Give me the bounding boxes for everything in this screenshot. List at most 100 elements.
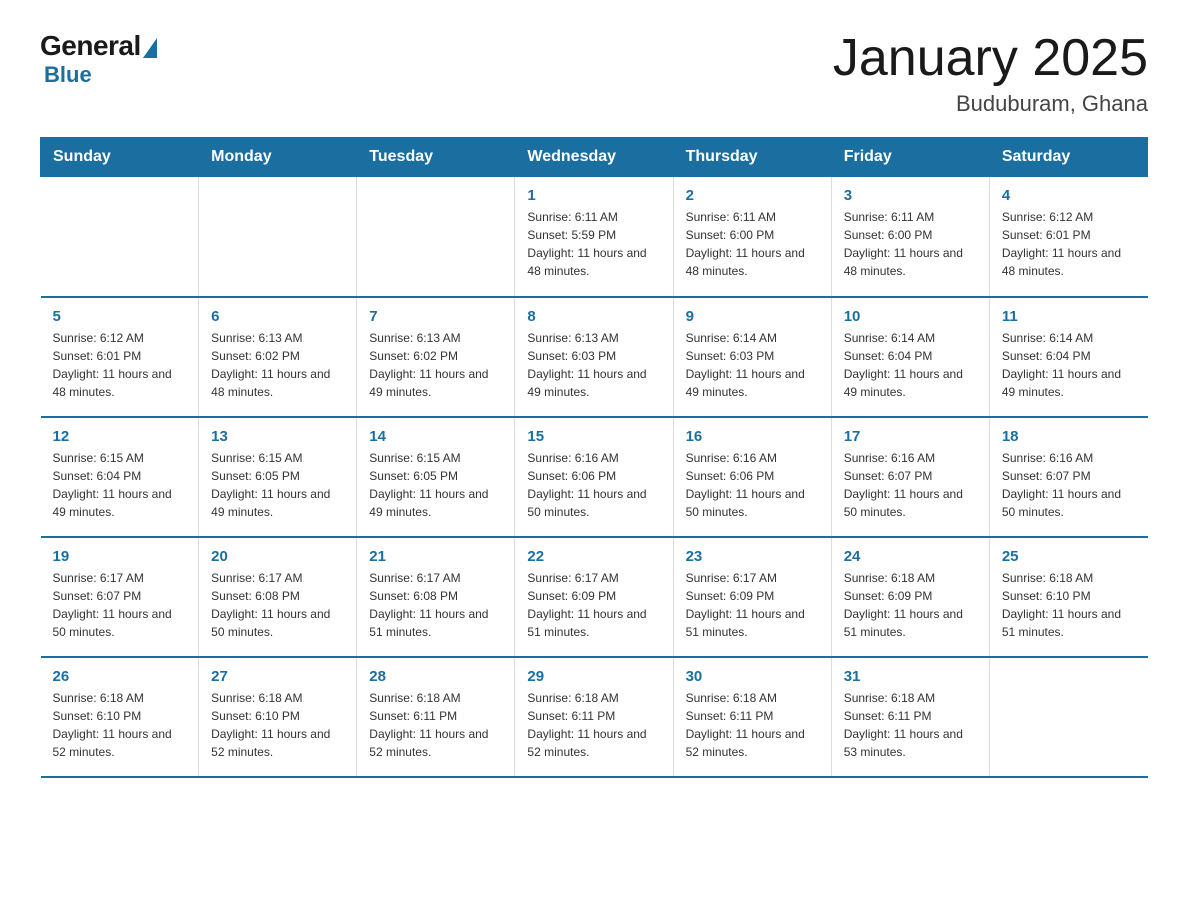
day-number: 31 [844, 668, 977, 685]
calendar-week-row: 12 Sunrise: 6:15 AM Sunset: 6:04 PM Dayli… [41, 417, 1148, 537]
day-number: 28 [369, 668, 502, 685]
day-info: Sunrise: 6:13 AM Sunset: 6:02 PM Dayligh… [211, 329, 344, 401]
calendar-cell: 17 Sunrise: 6:16 AM Sunset: 6:07 PM Dayli… [831, 417, 989, 537]
calendar-cell: 1Sunrise: 6:11 AM Sunset: 5:59 PM Daylig… [515, 177, 673, 297]
calendar-cell: 23 Sunrise: 6:17 AM Sunset: 6:09 PM Dayli… [673, 537, 831, 657]
day-info: Sunrise: 6:18 AM Sunset: 6:10 PM Dayligh… [53, 689, 187, 761]
calendar-cell: 3 Sunrise: 6:11 AM Sunset: 6:00 PM Daylig… [831, 177, 989, 297]
day-number: 9 [686, 308, 819, 325]
day-info: Sunrise: 6:17 AM Sunset: 6:08 PM Dayligh… [211, 569, 344, 641]
day-info: Sunrise: 6:13 AM Sunset: 6:03 PM Dayligh… [527, 329, 660, 401]
day-number: 30 [686, 668, 819, 685]
calendar-cell [41, 177, 199, 297]
day-number: 2 [686, 187, 819, 204]
calendar-table: Sunday Monday Tuesday Wednesday Thursday… [40, 137, 1148, 778]
col-tuesday: Tuesday [357, 138, 515, 177]
col-sunday: Sunday [41, 138, 199, 177]
calendar-cell: 6 Sunrise: 6:13 AM Sunset: 6:02 PM Daylig… [199, 297, 357, 417]
day-info: Sunrise: 6:14 AM Sunset: 6:04 PM Dayligh… [1002, 329, 1136, 401]
calendar-week-row: 26 Sunrise: 6:18 AM Sunset: 6:10 PM Dayli… [41, 657, 1148, 777]
day-number: 27 [211, 668, 344, 685]
calendar-cell: 19 Sunrise: 6:17 AM Sunset: 6:07 PM Dayli… [41, 537, 199, 657]
day-number: 6 [211, 308, 344, 325]
day-info: Sunrise: 6:16 AM Sunset: 6:07 PM Dayligh… [844, 449, 977, 521]
logo-triangle-icon [143, 38, 157, 58]
title-block: January 2025 Buduburam, Ghana [833, 30, 1148, 117]
calendar-cell: 22 Sunrise: 6:17 AM Sunset: 6:09 PM Dayli… [515, 537, 673, 657]
calendar-cell: 2 Sunrise: 6:11 AM Sunset: 6:00 PM Daylig… [673, 177, 831, 297]
day-number: 3 [844, 187, 977, 204]
col-wednesday: Wednesday [515, 138, 673, 177]
calendar-cell: 28Sunrise: 6:18 AM Sunset: 6:11 PM Dayli… [357, 657, 515, 777]
calendar-cell: 10Sunrise: 6:14 AM Sunset: 6:04 PM Dayli… [831, 297, 989, 417]
col-thursday: Thursday [673, 138, 831, 177]
day-info: Sunrise: 6:18 AM Sunset: 6:09 PM Dayligh… [844, 569, 977, 641]
calendar-cell: 14Sunrise: 6:15 AM Sunset: 6:05 PM Dayli… [357, 417, 515, 537]
day-number: 22 [527, 548, 660, 565]
calendar-cell: 20 Sunrise: 6:17 AM Sunset: 6:08 PM Dayli… [199, 537, 357, 657]
day-number: 26 [53, 668, 187, 685]
day-info: Sunrise: 6:16 AM Sunset: 6:06 PM Dayligh… [527, 449, 660, 521]
day-info: Sunrise: 6:12 AM Sunset: 6:01 PM Dayligh… [1002, 208, 1136, 280]
calendar-cell: 11 Sunrise: 6:14 AM Sunset: 6:04 PM Dayli… [989, 297, 1147, 417]
calendar-cell: 8 Sunrise: 6:13 AM Sunset: 6:03 PM Daylig… [515, 297, 673, 417]
day-number: 23 [686, 548, 819, 565]
day-info: Sunrise: 6:11 AM Sunset: 6:00 PM Dayligh… [686, 208, 819, 280]
calendar-cell: 29 Sunrise: 6:18 AM Sunset: 6:11 PM Dayli… [515, 657, 673, 777]
logo: General Blue [40, 30, 157, 88]
calendar-cell: 24 Sunrise: 6:18 AM Sunset: 6:09 PM Dayli… [831, 537, 989, 657]
calendar-body: 1Sunrise: 6:11 AM Sunset: 5:59 PM Daylig… [41, 177, 1148, 777]
day-number: 12 [53, 428, 187, 445]
day-number: 4 [1002, 187, 1136, 204]
day-number: 24 [844, 548, 977, 565]
page-header: General Blue January 2025 Buduburam, Gha… [40, 30, 1148, 117]
calendar-cell: 21Sunrise: 6:17 AM Sunset: 6:08 PM Dayli… [357, 537, 515, 657]
calendar-header: Sunday Monday Tuesday Wednesday Thursday… [41, 138, 1148, 177]
day-number: 29 [527, 668, 660, 685]
day-info: Sunrise: 6:12 AM Sunset: 6:01 PM Dayligh… [53, 329, 187, 401]
day-info: Sunrise: 6:17 AM Sunset: 6:09 PM Dayligh… [527, 569, 660, 641]
day-number: 17 [844, 428, 977, 445]
day-number: 11 [1002, 308, 1136, 325]
day-info: Sunrise: 6:14 AM Sunset: 6:03 PM Dayligh… [686, 329, 819, 401]
day-number: 19 [53, 548, 187, 565]
calendar-cell: 5 Sunrise: 6:12 AM Sunset: 6:01 PM Daylig… [41, 297, 199, 417]
day-info: Sunrise: 6:11 AM Sunset: 6:00 PM Dayligh… [844, 208, 977, 280]
calendar-cell: 9 Sunrise: 6:14 AM Sunset: 6:03 PM Daylig… [673, 297, 831, 417]
day-number: 7 [369, 308, 502, 325]
calendar-title: January 2025 [833, 30, 1148, 87]
day-number: 20 [211, 548, 344, 565]
calendar-cell: 4 Sunrise: 6:12 AM Sunset: 6:01 PM Daylig… [989, 177, 1147, 297]
calendar-week-row: 1Sunrise: 6:11 AM Sunset: 5:59 PM Daylig… [41, 177, 1148, 297]
calendar-cell: 30 Sunrise: 6:18 AM Sunset: 6:11 PM Dayli… [673, 657, 831, 777]
logo-general-text: General [40, 30, 141, 62]
day-info: Sunrise: 6:17 AM Sunset: 6:07 PM Dayligh… [53, 569, 187, 641]
calendar-cell: 25 Sunrise: 6:18 AM Sunset: 6:10 PM Dayli… [989, 537, 1147, 657]
calendar-cell [357, 177, 515, 297]
day-info: Sunrise: 6:17 AM Sunset: 6:09 PM Dayligh… [686, 569, 819, 641]
day-info: Sunrise: 6:17 AM Sunset: 6:08 PM Dayligh… [369, 569, 502, 641]
day-number: 25 [1002, 548, 1136, 565]
day-number: 15 [527, 428, 660, 445]
day-info: Sunrise: 6:18 AM Sunset: 6:11 PM Dayligh… [527, 689, 660, 761]
col-saturday: Saturday [989, 138, 1147, 177]
calendar-cell: 26 Sunrise: 6:18 AM Sunset: 6:10 PM Dayli… [41, 657, 199, 777]
calendar-week-row: 19 Sunrise: 6:17 AM Sunset: 6:07 PM Dayli… [41, 537, 1148, 657]
day-info: Sunrise: 6:13 AM Sunset: 6:02 PM Dayligh… [369, 329, 502, 401]
calendar-week-row: 5 Sunrise: 6:12 AM Sunset: 6:01 PM Daylig… [41, 297, 1148, 417]
calendar-subtitle: Buduburam, Ghana [833, 91, 1148, 117]
calendar-cell: 13Sunrise: 6:15 AM Sunset: 6:05 PM Dayli… [199, 417, 357, 537]
col-friday: Friday [831, 138, 989, 177]
calendar-cell [989, 657, 1147, 777]
day-number: 8 [527, 308, 660, 325]
calendar-cell: 16Sunrise: 6:16 AM Sunset: 6:06 PM Dayli… [673, 417, 831, 537]
day-info: Sunrise: 6:15 AM Sunset: 6:04 PM Dayligh… [53, 449, 187, 521]
calendar-cell: 15 Sunrise: 6:16 AM Sunset: 6:06 PM Dayli… [515, 417, 673, 537]
calendar-cell: 27Sunrise: 6:18 AM Sunset: 6:10 PM Dayli… [199, 657, 357, 777]
day-info: Sunrise: 6:18 AM Sunset: 6:10 PM Dayligh… [1002, 569, 1136, 641]
day-number: 13 [211, 428, 344, 445]
header-row: Sunday Monday Tuesday Wednesday Thursday… [41, 138, 1148, 177]
day-info: Sunrise: 6:18 AM Sunset: 6:11 PM Dayligh… [686, 689, 819, 761]
day-info: Sunrise: 6:16 AM Sunset: 6:07 PM Dayligh… [1002, 449, 1136, 521]
day-number: 5 [53, 308, 187, 325]
